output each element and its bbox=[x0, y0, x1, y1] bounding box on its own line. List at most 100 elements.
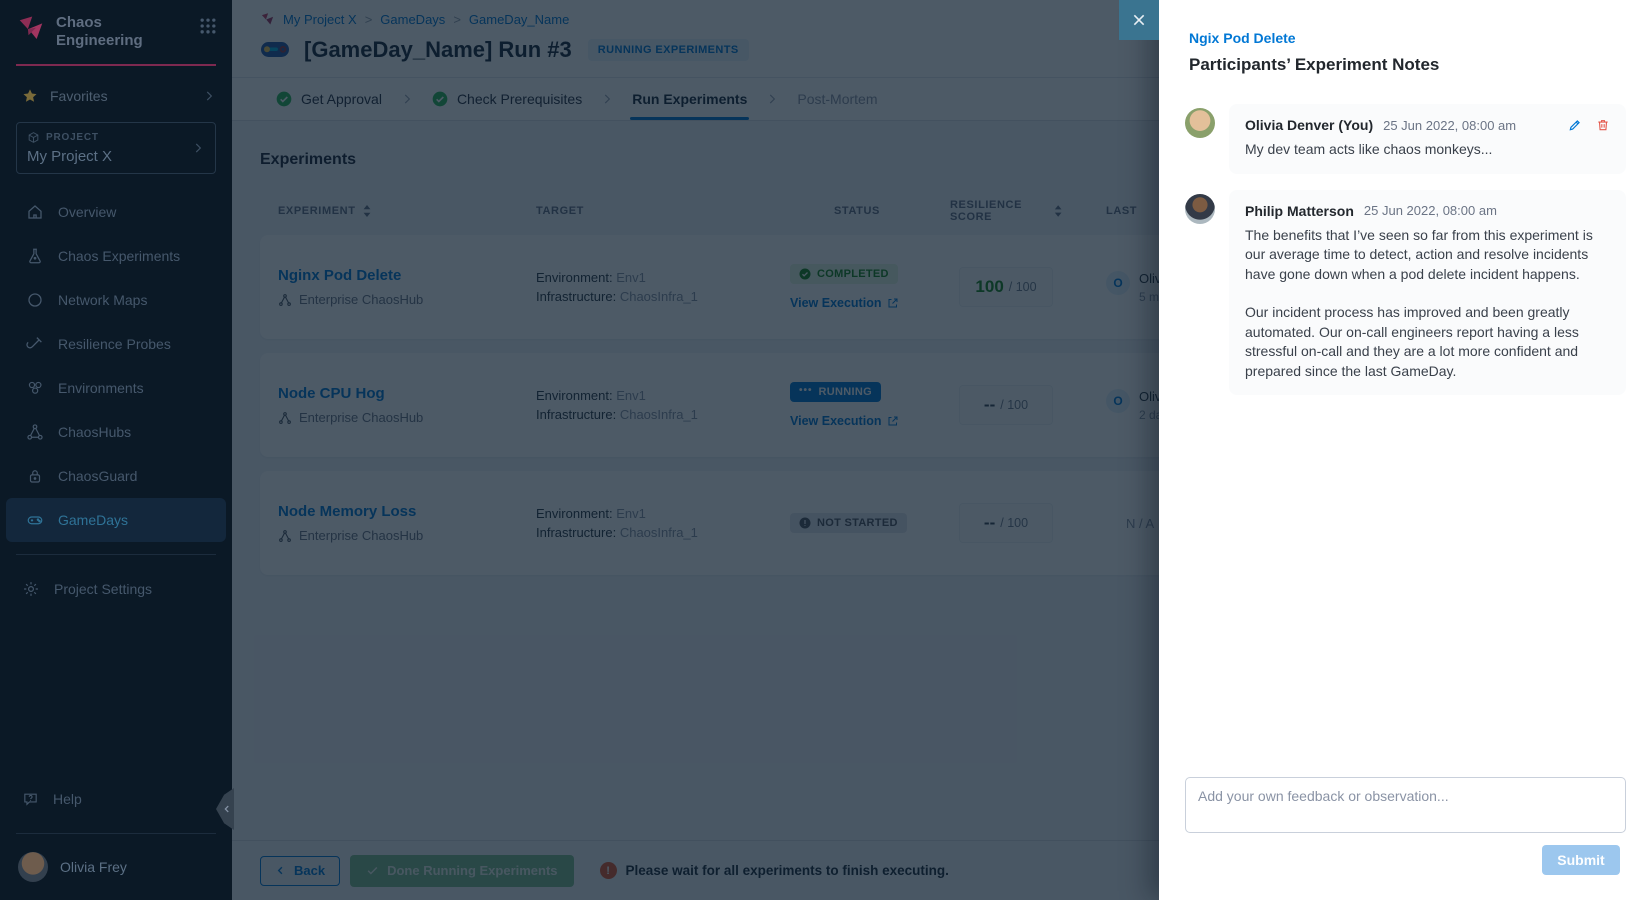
sidebar-item-help[interactable]: Help bbox=[0, 777, 232, 821]
step-run-experiments[interactable]: Run Experiments bbox=[632, 91, 747, 107]
status-badge: COMPLETED bbox=[790, 264, 898, 284]
comment-text: The benefits that I’ve seen so far from … bbox=[1245, 226, 1610, 382]
page-title: [GameDay_Name] Run #3 bbox=[304, 37, 572, 63]
exclamation-circle-icon bbox=[799, 517, 811, 529]
sidebar-item-resilience-probes[interactable]: Resilience Probes bbox=[0, 322, 232, 366]
sidebar-item-chaoshubs[interactable]: ChaosHubs bbox=[0, 410, 232, 454]
sidebar-item-gamedays[interactable]: GameDays bbox=[6, 498, 226, 542]
target-infrastructure: Infrastructure: ChaosInfra_1 bbox=[536, 287, 790, 306]
resilience-score: 100 / 100 bbox=[959, 267, 1053, 307]
hub-label: Enterprise ChaosHub bbox=[299, 528, 423, 543]
check-circle-icon bbox=[799, 268, 811, 280]
gamepad-icon bbox=[26, 511, 44, 529]
avatar: O bbox=[1106, 389, 1130, 413]
trash-icon[interactable] bbox=[1596, 118, 1610, 132]
project-selector[interactable]: PROJECT My Project X bbox=[16, 122, 216, 174]
comment-author: Philip Matterson bbox=[1245, 203, 1354, 219]
breadcrumb-separator: > bbox=[453, 12, 461, 27]
chaos-engineering-logo-icon bbox=[16, 14, 46, 44]
gameday-gamepad-icon bbox=[260, 39, 290, 61]
column-resilience-score[interactable]: RESILIENCE SCORE bbox=[950, 199, 1062, 223]
drawer-title: Participants’ Experiment Notes bbox=[1189, 55, 1439, 75]
comment-author: Olivia Denver (You) bbox=[1245, 117, 1373, 133]
avatar bbox=[1185, 194, 1215, 224]
submit-button[interactable]: Submit bbox=[1542, 845, 1620, 875]
sidebar-nav: Overview Chaos Experiments Network Maps … bbox=[0, 190, 232, 542]
app-window: Chaos Engineering Favorites PROJECT My P… bbox=[0, 0, 1642, 900]
sidebar-item-overview[interactable]: Overview bbox=[0, 190, 232, 234]
breadcrumb-gamedays[interactable]: GameDays bbox=[380, 12, 445, 27]
brand-divider bbox=[16, 64, 216, 66]
drawer-experiment-link[interactable]: Ngix Pod Delete bbox=[1189, 30, 1296, 46]
done-running-experiments-button[interactable]: Done Running Experiments bbox=[350, 855, 573, 887]
sidebar-item-favorites[interactable]: Favorites bbox=[22, 88, 216, 104]
user-menu[interactable]: Olivia Frey bbox=[0, 840, 232, 900]
comment-paragraph: Our incident process has improved and be… bbox=[1245, 303, 1610, 381]
step-get-approval[interactable]: Get Approval bbox=[276, 91, 382, 107]
breadcrumb-separator: > bbox=[365, 12, 373, 27]
home-icon bbox=[26, 203, 44, 221]
step-check-prerequisites[interactable]: Check Prerequisites bbox=[432, 91, 582, 107]
experiment-link[interactable]: Nginx Pod Delete bbox=[278, 267, 536, 284]
test-tube-icon bbox=[26, 335, 44, 353]
sidebar-item-project-settings[interactable]: Project Settings bbox=[0, 567, 232, 611]
sidebar-item-network-maps[interactable]: Network Maps bbox=[0, 278, 232, 322]
module-grid-icon[interactable] bbox=[198, 16, 218, 36]
resilience-score: -- / 100 bbox=[959, 385, 1053, 425]
breadcrumb-gameday-name[interactable]: GameDay_Name bbox=[469, 12, 569, 27]
help-chat-icon bbox=[22, 791, 39, 808]
sidebar-item-chaos-experiments[interactable]: Chaos Experiments bbox=[0, 234, 232, 278]
comment-paragraph: The benefits that I’ve seen so far from … bbox=[1245, 226, 1610, 285]
run-status-badge: RUNNING EXPERIMENTS bbox=[588, 39, 749, 61]
sidebar-item-environments[interactable]: Environments bbox=[0, 366, 232, 410]
project-name: My Project X bbox=[27, 148, 191, 165]
sort-icon bbox=[362, 205, 372, 217]
column-experiment[interactable]: EXPERIMENT bbox=[260, 205, 536, 217]
comment: Olivia Denver (You) 25 Jun 2022, 08:00 a… bbox=[1185, 104, 1626, 174]
chevron-right-icon bbox=[400, 92, 414, 106]
chevron-right-icon bbox=[765, 92, 779, 106]
step-post-mortem[interactable]: Post-Mortem bbox=[797, 91, 877, 107]
brand-header: Chaos Engineering bbox=[0, 0, 232, 60]
breadcrumb-project[interactable]: My Project X bbox=[283, 12, 357, 27]
brand-title: Chaos Engineering bbox=[56, 14, 198, 50]
comment: Philip Matterson 25 Jun 2022, 08:00 am T… bbox=[1185, 190, 1626, 396]
target-environment: Environment: Env1 bbox=[536, 268, 790, 287]
sidebar-item-chaosguard[interactable]: ChaosGuard bbox=[0, 454, 232, 498]
divider bbox=[16, 833, 216, 834]
feedback-input[interactable] bbox=[1185, 777, 1626, 833]
avatar bbox=[18, 852, 48, 882]
check-icon bbox=[366, 864, 379, 877]
check-circle-icon bbox=[276, 91, 292, 107]
view-execution-link[interactable]: View Execution bbox=[790, 414, 899, 428]
target-environment: Environment: Env1 bbox=[536, 386, 790, 405]
experiment-link[interactable]: Node Memory Loss bbox=[278, 503, 536, 520]
user-name: Olivia Frey bbox=[60, 859, 127, 875]
comments-list: Olivia Denver (You) 25 Jun 2022, 08:00 a… bbox=[1159, 104, 1642, 411]
edit-pencil-icon[interactable] bbox=[1568, 118, 1582, 132]
hub-graph-icon bbox=[26, 423, 44, 441]
column-status: STATUS bbox=[790, 205, 950, 217]
target-environment: Environment: Env1 bbox=[536, 504, 790, 523]
resilience-score: -- / 100 bbox=[959, 503, 1053, 543]
sidebar: Chaos Engineering Favorites PROJECT My P… bbox=[0, 0, 232, 900]
warning-text: Please wait for all experiments to finis… bbox=[626, 863, 949, 878]
flask-icon bbox=[26, 247, 44, 265]
last-updated-na: N / A bbox=[1062, 516, 1154, 531]
status-badge: NOT STARTED bbox=[790, 513, 907, 533]
chaoshub-icon bbox=[278, 293, 292, 307]
drawer-close-button[interactable] bbox=[1119, 0, 1159, 40]
project-label: PROJECT bbox=[46, 132, 99, 143]
back-button[interactable]: Back bbox=[260, 856, 340, 886]
chevron-right-icon bbox=[191, 141, 205, 155]
view-execution-link[interactable]: View Execution bbox=[790, 296, 899, 310]
chaos-module-icon bbox=[260, 12, 275, 27]
comment-text: My dev team acts like chaos monkeys... bbox=[1245, 140, 1610, 160]
feedback-composer bbox=[1185, 777, 1626, 833]
chevron-right-icon bbox=[600, 92, 614, 106]
favorites-label: Favorites bbox=[50, 88, 108, 104]
experiment-link[interactable]: Node CPU Hog bbox=[278, 385, 536, 402]
chevron-right-icon bbox=[202, 89, 216, 103]
comment-timestamp: 25 Jun 2022, 08:00 am bbox=[1364, 203, 1497, 218]
check-circle-icon bbox=[432, 91, 448, 107]
